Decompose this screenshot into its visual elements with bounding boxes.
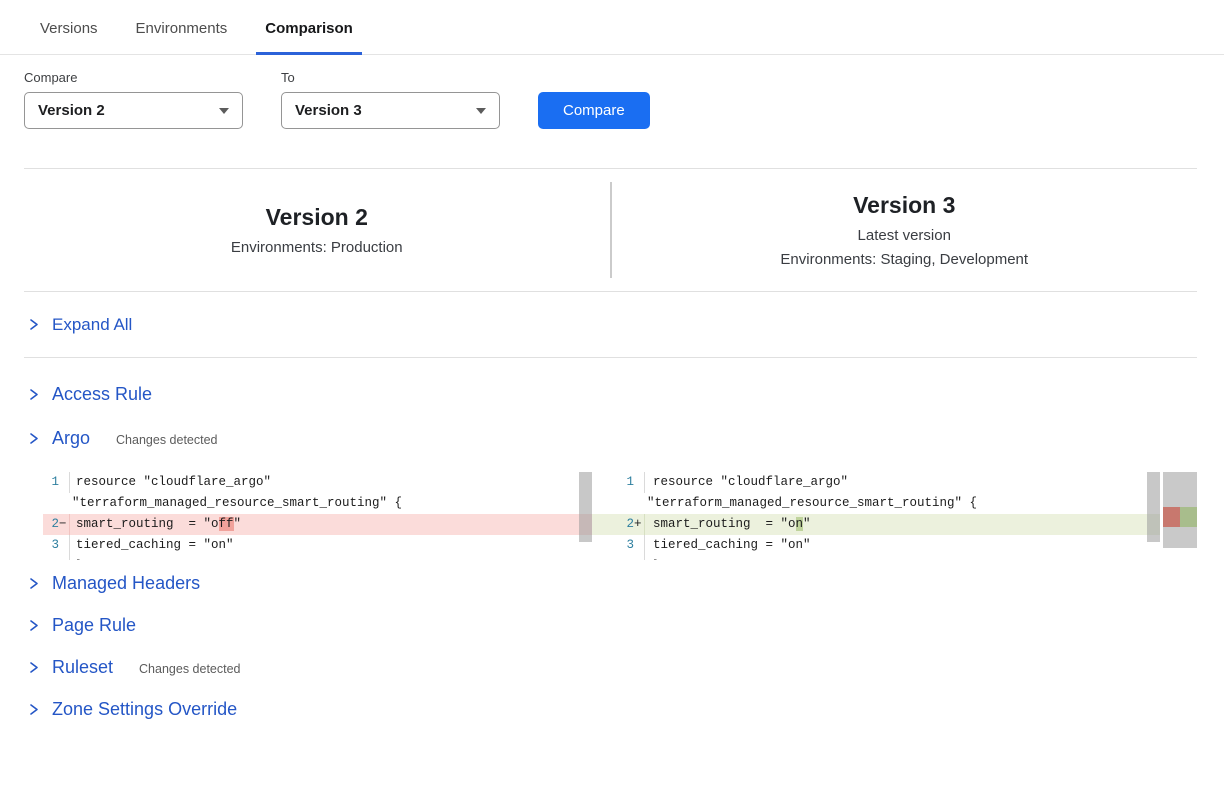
diff-sign [634,472,644,493]
code-line: tiered_caching = "on" [644,535,1160,556]
tab-versions[interactable]: Versions [31,20,107,54]
diff-sign [59,493,69,514]
compare-button[interactable]: Compare [538,92,650,129]
diff-overview-ruler[interactable] [1163,472,1197,548]
code-segment: smart_routing = "o [76,517,219,531]
right-pane-scrollbar[interactable] [1147,472,1160,542]
section-label: Page Rule [52,615,136,636]
diff-pane-original: 1 resource "cloudflare_argo" "terraform_… [43,472,592,560]
version-right-latest-label: Latest version [858,227,951,244]
sections-list: Access Rule Argo Changes detected 1 reso… [24,372,1197,730]
line-number [43,556,59,560]
expand-all-button[interactable]: Expand All [24,292,1197,358]
code-line: resource "cloudflare_argo" [69,472,592,493]
code-line-wrapped: "terraform_managed_resource_smart_routin… [69,493,592,514]
argo-diff-editor: 1 resource "cloudflare_argo" "terraform_… [43,472,1197,560]
code-line: } [644,556,1160,560]
code-line: tiered_caching = "on" [69,535,592,556]
chevron-right-icon [27,318,40,331]
code-line: resource "cloudflare_argo" [644,472,1160,493]
section-zone-settings-override[interactable]: Zone Settings Override [24,688,1197,730]
section-managed-headers[interactable]: Managed Headers [24,562,1197,604]
line-number: 3 [43,535,59,556]
section-ruleset[interactable]: Ruleset Changes detected [24,646,1197,688]
diff-removed-line: 2 − smart_routing = "off" [43,514,592,535]
tab-environments[interactable]: Environments [127,20,237,54]
diff-sign [59,535,69,556]
version-right-environments: Environments: Staging, Development [780,251,1028,268]
diff-sign [634,556,644,560]
chevron-right-icon [27,388,40,401]
line-number [43,493,59,514]
line-number [592,493,634,514]
left-pane-scrollbar[interactable] [579,472,592,542]
diff-sign [59,556,69,560]
removed-word-highlight: ff [219,517,234,531]
code-line-wrapped: "terraform_managed_resource_smart_routin… [644,493,1160,514]
chevron-down-icon [476,108,486,114]
tab-comparison[interactable]: Comparison [256,20,362,55]
line-number [592,556,634,560]
diff-sign [634,493,644,514]
diff-pane-modified: 1 resource "cloudflare_argo" "terraform_… [592,472,1160,560]
code-segment: " [234,517,242,531]
chevron-right-icon [27,703,40,716]
code-line: smart_routing = "off" [69,514,592,535]
code-line: } [69,556,592,560]
chevron-right-icon [27,661,40,674]
chevron-down-icon [219,108,229,114]
section-access-rule[interactable]: Access Rule [24,372,1197,416]
compare-form: Compare Version 2 To Version 3 Compare [24,70,1224,129]
code-segment: " [803,517,811,531]
section-label: Zone Settings Override [52,699,237,720]
tab-bar: Versions Environments Comparison [0,0,1224,55]
changes-detected-badge: Changes detected [116,430,217,447]
section-label: Argo [52,428,90,449]
section-label: Ruleset [52,657,113,678]
compare-version-select[interactable]: Version 2 [24,92,243,129]
added-word-highlight: n [796,517,804,531]
diff-sign [59,472,69,493]
code-segment: smart_routing = "o [653,517,796,531]
section-label: Access Rule [52,384,152,405]
diff-added-line: 2 + smart_routing = "on" [592,514,1160,535]
to-label: To [281,70,500,85]
line-number: 2 [43,514,59,535]
section-label: Managed Headers [52,573,200,594]
version-left-environments: Environments: Production [231,239,403,256]
line-number: 1 [43,472,59,493]
line-number: 3 [592,535,634,556]
to-version-value: Version 3 [295,102,362,119]
version-right-header: Version 3 Latest version Environments: S… [612,169,1198,291]
code-line: smart_routing = "on" [644,514,1160,535]
chevron-right-icon [27,619,40,632]
minimap-added-marker [1180,507,1197,527]
added-sign: + [634,514,644,535]
changes-detected-badge: Changes detected [139,659,240,676]
version-left-title: Version 2 [266,204,368,232]
minimap-removed-marker [1163,507,1180,527]
section-argo[interactable]: Argo Changes detected [24,416,1197,460]
compare-label: Compare [24,70,243,85]
version-left-header: Version 2 Environments: Production [24,169,610,291]
version-right-title: Version 3 [853,192,955,220]
expand-all-label: Expand All [52,315,132,335]
removed-sign: − [59,514,69,535]
diff-sign [634,535,644,556]
chevron-right-icon [27,432,40,445]
compare-version-value: Version 2 [38,102,105,119]
to-version-select[interactable]: Version 3 [281,92,500,129]
chevron-right-icon [27,577,40,590]
line-number: 1 [592,472,634,493]
line-number: 2 [592,514,634,535]
section-page-rule[interactable]: Page Rule [24,604,1197,646]
version-headers: Version 2 Environments: Production Versi… [24,168,1197,292]
